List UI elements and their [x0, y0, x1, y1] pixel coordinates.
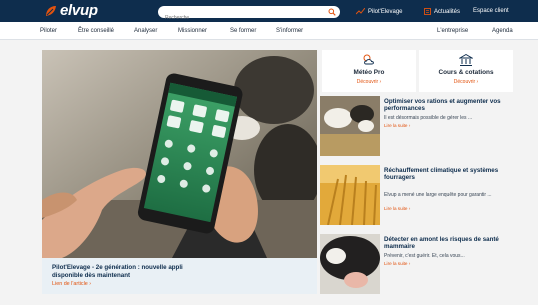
news-read-more-link[interactable]: Lire la suite ›	[384, 206, 410, 211]
espace-client-link[interactable]: Espace client	[473, 8, 509, 14]
logo-leaf-icon	[46, 6, 56, 16]
tile-meteo-link[interactable]: Découvrir ›	[322, 79, 416, 85]
search-icon[interactable]	[328, 8, 336, 16]
weather-icon	[363, 54, 374, 65]
nav-item-missionner[interactable]: Missionner	[178, 28, 207, 34]
news-excerpt: Elvup a mené une large enquête pour gara…	[384, 192, 492, 198]
chart-icon	[356, 8, 365, 15]
hero-image	[42, 50, 317, 258]
nav-item-s-informer[interactable]: S'informer	[276, 28, 303, 34]
news-item[interactable]: Détecter en amont les risques de santé m…	[320, 234, 520, 294]
hero-title[interactable]: Pilot'Elevage - 2e génération : nouvelle…	[52, 264, 212, 279]
news-title[interactable]: Réchauffement climatique et systèmes fou…	[384, 167, 512, 182]
nav-item-se-former[interactable]: Se former	[230, 28, 256, 34]
actualites-label: Actualités	[434, 8, 461, 15]
tile-meteo-pro[interactable]: Météo Pro Découvrir ›	[322, 50, 416, 92]
hero-caption: Pilot'Elevage - 2e génération : nouvelle…	[42, 258, 317, 294]
top-header: elvup Pilot'Elevage Actualités Espace cl…	[0, 0, 538, 24]
tile-cours-title: Cours & cotations	[438, 69, 494, 76]
tile-meteo-title: Météo Pro	[353, 69, 385, 76]
nav-item-entreprise[interactable]: L'entreprise	[437, 28, 468, 34]
search-box[interactable]	[158, 6, 340, 24]
news-image-cows	[320, 96, 380, 156]
espace-client-label: Espace client	[473, 8, 509, 14]
news-excerpt: Il est désormais possible de gérer les .…	[384, 115, 473, 121]
news-item[interactable]: Optimiser vos rations et augmenter vos p…	[320, 96, 520, 156]
nav-item-etre-conseille[interactable]: Être conseillé	[78, 28, 114, 34]
news-excerpt: Prévenir, c'est guérir. Et, cela vous...	[384, 253, 465, 259]
news-read-more-link[interactable]: Lire la suite ›	[384, 261, 410, 266]
logo-text: elvup	[60, 2, 98, 19]
bank-icon	[459, 53, 473, 66]
news-title[interactable]: Détecter en amont les risques de santé m…	[384, 236, 512, 251]
main-nav: Piloter Être conseillé Analyser Missionn…	[0, 22, 538, 40]
phone-in-hand-illustration	[42, 50, 317, 258]
news-item[interactable]: Réchauffement climatique et systèmes fou…	[320, 165, 520, 225]
tile-cours-link[interactable]: Découvrir ›	[419, 79, 513, 85]
nav-item-piloter[interactable]: Piloter	[40, 28, 57, 34]
pilot-elevage-link[interactable]: Pilot'Elevage	[356, 8, 403, 15]
actualites-link[interactable]: Actualités	[424, 8, 460, 15]
news-image-wheat	[320, 165, 380, 225]
pilot-elevage-label: Pilot'Elevage	[368, 8, 403, 15]
hero-link[interactable]: Lien de l'article ›	[52, 281, 91, 287]
logo[interactable]: elvup	[44, 3, 98, 19]
news-image-dairy-cow	[320, 234, 380, 294]
news-title[interactable]: Optimiser vos rations et augmenter vos p…	[384, 98, 512, 113]
hero-article[interactable]: Pilot'Elevage - 2e génération : nouvelle…	[42, 50, 317, 294]
news-read-more-link[interactable]: Lire la suite ›	[384, 123, 410, 128]
tile-cours-cotations[interactable]: Cours & cotations Découvrir ›	[419, 50, 513, 92]
news-icon	[424, 8, 431, 15]
nav-item-analyser[interactable]: Analyser	[134, 28, 157, 34]
nav-item-agenda[interactable]: Agenda	[492, 28, 513, 34]
